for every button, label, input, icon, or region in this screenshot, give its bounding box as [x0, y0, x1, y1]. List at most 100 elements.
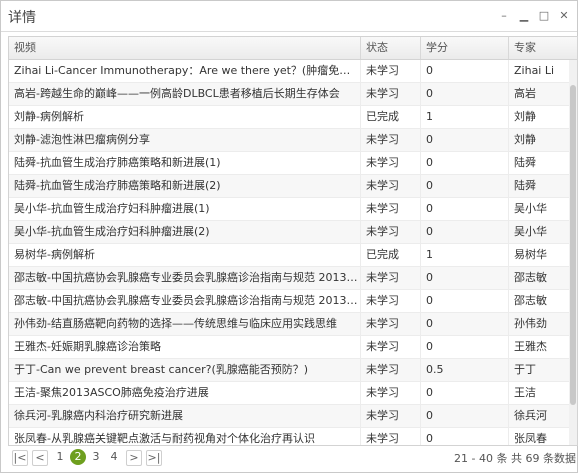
cell-video: 吴小华-抗血管生成治疗妇科肿瘤进展(2) [9, 221, 361, 243]
cell-status: 未学习 [361, 428, 421, 445]
cell-video: 邵志敏-中国抗癌协会乳腺癌专业委员会乳腺癌诊治指南与规范 2013版解... [9, 290, 361, 312]
cell-status: 未学习 [361, 336, 421, 358]
cell-status: 未学习 [361, 60, 421, 82]
cell-expert: 陆舜 [514, 179, 536, 192]
cell-credit: 0 [421, 198, 509, 220]
cell-video: 徐兵河-乳腺癌内科治疗研究新进展 [9, 405, 361, 427]
cell-expert: 于丁 [514, 363, 536, 376]
cell-status: 未学习 [361, 129, 421, 151]
table-row[interactable]: 于丁-Can we prevent breast cancer?(乳腺癌能否预防… [9, 359, 569, 382]
cell-status: 未学习 [361, 382, 421, 404]
cell-expert: 刘静 [514, 110, 536, 123]
table-row[interactable]: 王雅杰-妊娠期乳腺癌诊治策略 未学习 0 王雅杰 [9, 336, 569, 359]
cell-status: 未学习 [361, 175, 421, 197]
header-status[interactable]: 状态 [361, 37, 421, 59]
table-row[interactable]: 吴小华-抗血管生成治疗妇科肿瘤进展(2) 未学习 0 吴小华 [9, 221, 569, 244]
cell-credit: 0 [421, 60, 509, 82]
pin-icon[interactable]: – [497, 9, 511, 23]
page-2-active[interactable]: 2 [70, 449, 86, 465]
cell-video: Zihai Li-Cancer Immunotherapy：Are we the… [9, 60, 361, 82]
window-title: 详情 [8, 10, 36, 26]
cell-expert: 吴小华 [514, 225, 547, 238]
first-page-button[interactable]: |< [12, 450, 28, 466]
scrollbar-thumb[interactable] [570, 85, 576, 405]
cell-status: 未学习 [361, 290, 421, 312]
table-row[interactable]: 孙伟劲-结直肠癌靶向药物的选择——传统思维与临床应用实践思维 未学习 0 孙伟劲 [9, 313, 569, 336]
table-body: Zihai Li-Cancer Immunotherapy：Are we the… [9, 60, 569, 445]
table-row[interactable]: Zihai Li-Cancer Immunotherapy：Are we the… [9, 60, 569, 83]
cell-video: 易树华-病例解析 [9, 244, 361, 266]
cell-video: 陆舜-抗血管生成治疗肺癌策略和新进展(1) [9, 152, 361, 174]
cell-credit: 0 [421, 290, 509, 312]
close-icon[interactable]: ✕ [557, 9, 571, 23]
table-row[interactable]: 徐兵河-乳腺癌内科治疗研究新进展 未学习 0 徐兵河 [9, 405, 569, 428]
cell-status: 未学习 [361, 405, 421, 427]
table-row[interactable]: 高岩-跨越生命的巅峰——一例高龄DLBCL患者移植后长期生存体会 未学习 0 高岩 [9, 83, 569, 106]
cell-video: 刘静-病例解析 [9, 106, 361, 128]
cell-credit: 0 [421, 382, 509, 404]
cell-status: 未学习 [361, 313, 421, 335]
pagination: |< < 1 2 3 4 > >| 21 - 40 条 共 69 条数据 [8, 446, 576, 470]
table-header: 视频 状态 学分 专家 [9, 37, 577, 60]
cell-video: 刘静-滤泡性淋巴瘤病例分享 [9, 129, 361, 151]
cell-credit: 0 [421, 267, 509, 289]
prev-page-button[interactable]: < [32, 450, 48, 466]
cell-video: 王洁-聚焦2013ASCO肺癌免疫治疗进展 [9, 382, 361, 404]
cell-video: 高岩-跨越生命的巅峰——一例高龄DLBCL患者移植后长期生存体会 [9, 83, 361, 105]
cell-video: 于丁-Can we prevent breast cancer?(乳腺癌能否预防… [9, 359, 361, 381]
table-row[interactable]: 刘静-滤泡性淋巴瘤病例分享 未学习 0 刘静 [9, 129, 569, 152]
table-row[interactable]: 陆舜-抗血管生成治疗肺癌策略和新进展(1) 未学习 0 陆舜 [9, 152, 569, 175]
cell-video: 张凤春-从乳腺癌关键靶点激活与耐药视角对个体化治疗再认识 [9, 428, 361, 445]
table-row[interactable]: 邵志敏-中国抗癌协会乳腺癌专业委员会乳腺癌诊治指南与规范 2013版解... 未学… [9, 267, 569, 290]
cell-expert: 王雅杰 [514, 340, 547, 353]
last-page-button[interactable]: >| [146, 450, 162, 466]
cell-credit: 0 [421, 83, 509, 105]
header-credit[interactable]: 学分 [421, 37, 509, 59]
cell-status: 未学习 [361, 83, 421, 105]
vertical-scrollbar[interactable] [569, 60, 577, 445]
cell-status: 已完成 [361, 244, 421, 266]
table-row[interactable]: 吴小华-抗血管生成治疗妇科肿瘤进展(1) 未学习 0 吴小华 [9, 198, 569, 221]
cell-credit: 0 [421, 152, 509, 174]
header-video[interactable]: 视频 [9, 37, 361, 59]
header-expert[interactable]: 专家 [509, 37, 577, 59]
cell-expert: Zihai Li [514, 64, 555, 77]
record-range-text: 21 - 40 条 共 69 条数据 [454, 452, 576, 465]
cell-credit: 0 [421, 129, 509, 151]
cell-expert: 徐兵河 [514, 409, 547, 422]
cell-expert: 陆舜 [514, 156, 536, 169]
page-3[interactable]: 3 [88, 449, 104, 465]
page-1[interactable]: 1 [52, 449, 68, 465]
maximize-icon[interactable]: □ [537, 9, 551, 23]
cell-expert: 邵志敏 [514, 294, 547, 307]
cell-status: 未学习 [361, 359, 421, 381]
table-row[interactable]: 刘静-病例解析 已完成 1 刘静 [9, 106, 569, 129]
title-bar: 详情 – ▁ □ ✕ [1, 1, 577, 32]
cell-expert: 易树华 [514, 248, 547, 261]
next-page-button[interactable]: > [126, 450, 142, 466]
table-row[interactable]: 王洁-聚焦2013ASCO肺癌免疫治疗进展 未学习 0 王洁 [9, 382, 569, 405]
table-row[interactable]: 邵志敏-中国抗癌协会乳腺癌专业委员会乳腺癌诊治指南与规范 2013版解... 未学… [9, 290, 569, 313]
details-window: 详情 – ▁ □ ✕ 视频 状态 学分 专家 Zihai Li-Cancer I… [0, 0, 578, 473]
cell-credit: 0 [421, 221, 509, 243]
table-row[interactable]: 张凤春-从乳腺癌关键靶点激活与耐药视角对个体化治疗再认识 未学习 0 张凤春 [9, 428, 569, 445]
cell-expert: 刘静 [514, 133, 536, 146]
cell-status: 未学习 [361, 198, 421, 220]
cell-credit: 0 [421, 175, 509, 197]
cell-expert: 高岩 [514, 87, 536, 100]
minimize-icon[interactable]: ▁ [517, 9, 531, 23]
cell-credit: 0 [421, 405, 509, 427]
cell-credit: 0 [421, 336, 509, 358]
table-row[interactable]: 陆舜-抗血管生成治疗肺癌策略和新进展(2) 未学习 0 陆舜 [9, 175, 569, 198]
cell-video: 王雅杰-妊娠期乳腺癌诊治策略 [9, 336, 361, 358]
cell-expert: 吴小华 [514, 202, 547, 215]
cell-video: 吴小华-抗血管生成治疗妇科肿瘤进展(1) [9, 198, 361, 220]
cell-credit: 0 [421, 313, 509, 335]
cell-video: 邵志敏-中国抗癌协会乳腺癌专业委员会乳腺癌诊治指南与规范 2013版解... [9, 267, 361, 289]
cell-status: 未学习 [361, 221, 421, 243]
table-row[interactable]: 易树华-病例解析 已完成 1 易树华 [9, 244, 569, 267]
page-4[interactable]: 4 [106, 449, 122, 465]
cell-video: 孙伟劲-结直肠癌靶向药物的选择——传统思维与临床应用实践思维 [9, 313, 361, 335]
cell-expert: 张凤春 [514, 432, 547, 445]
cell-status: 未学习 [361, 152, 421, 174]
